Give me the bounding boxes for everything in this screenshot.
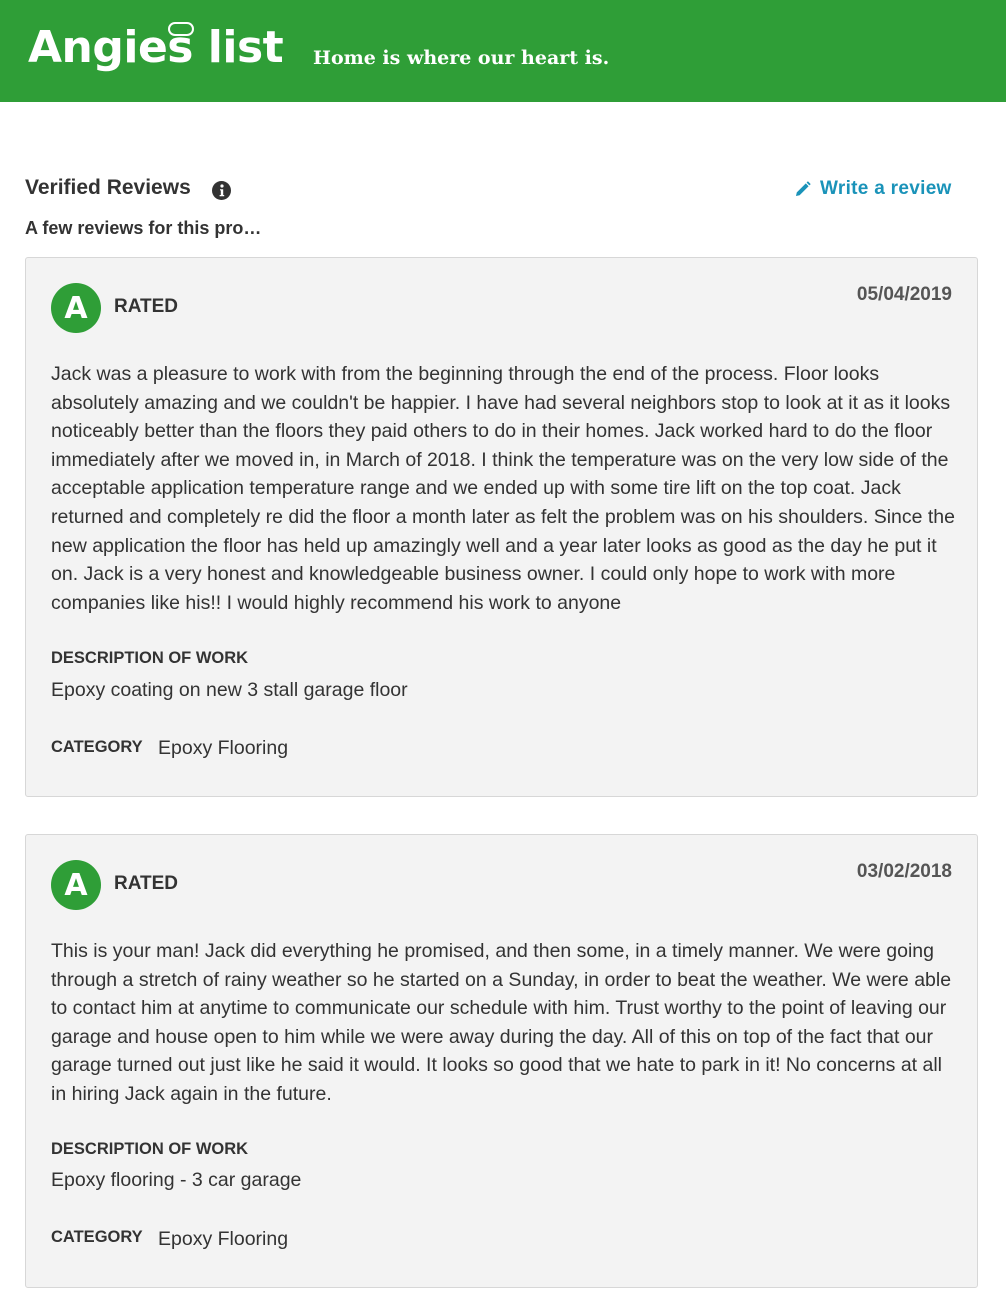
description-label: DESCRIPTION OF WORK — [51, 1140, 249, 1158]
grade-badge: A — [51, 283, 101, 333]
review-date: 03/02/2018 — [856, 861, 952, 882]
description-value: Epoxy coating on new 3 stall garage floo… — [51, 679, 408, 701]
section-title: Verified Reviews — [25, 176, 191, 199]
section-subtitle: A few reviews for this pro… — [25, 218, 262, 238]
rated-label: RATED — [114, 873, 179, 894]
review-card: A RATED 05/04/2019 Jack was a pleasure t… — [25, 257, 978, 797]
category-label: CATEGORY — [51, 1228, 143, 1246]
grade-badge: A — [51, 860, 101, 910]
header-tagline: Home is where our heart is. — [313, 47, 610, 69]
angies-list-logo[interactable]: Angies list — [28, 22, 284, 73]
info-icon[interactable] — [212, 181, 231, 200]
review-text: Jack was a pleasure to work with from th… — [51, 363, 955, 614]
review-card: A RATED 03/02/2018 This is your man! Jac… — [25, 834, 978, 1288]
category-value: Epoxy Flooring — [158, 737, 289, 759]
pencil-icon — [796, 181, 811, 196]
logo-speech-bubble-icon — [168, 22, 194, 36]
write-review-label[interactable]: Write a review — [820, 178, 952, 200]
site-header: Angies list Home is where our heart is. — [0, 0, 1006, 102]
description-label: DESCRIPTION OF WORK — [51, 649, 249, 667]
review-text: This is your man! Jack did everything he… — [51, 940, 952, 1105]
review-date: 05/04/2019 — [856, 284, 952, 305]
rated-label: RATED — [114, 296, 179, 317]
write-review-link[interactable]: Write a review — [794, 177, 952, 201]
category-label: CATEGORY — [51, 738, 143, 756]
category-value: Epoxy Flooring — [158, 1228, 289, 1250]
description-value: Epoxy flooring - 3 car garage — [51, 1169, 302, 1191]
